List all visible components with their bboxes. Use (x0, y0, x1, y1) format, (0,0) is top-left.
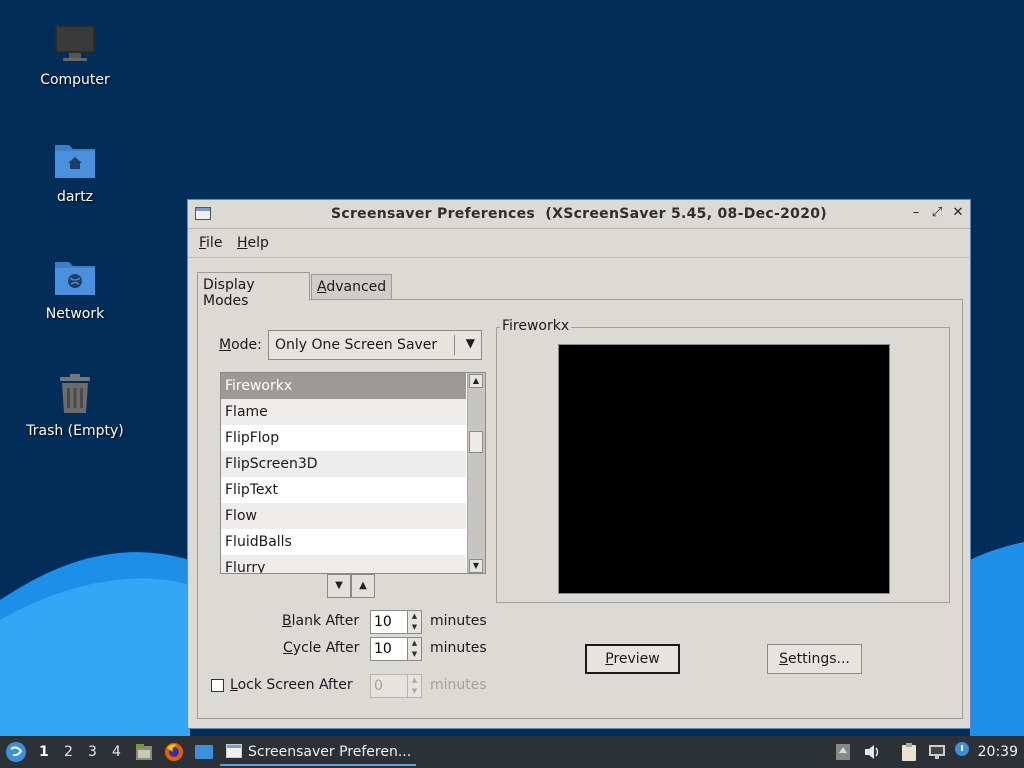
desktop-icon-label: Network (45, 306, 105, 322)
cycle-after-unit: minutes (430, 640, 487, 656)
screensaver-list-item[interactable]: FlipScreen3D (221, 451, 466, 477)
screensaver-list-item[interactable]: Fireworkx (221, 373, 466, 399)
firefox-icon[interactable] (164, 742, 184, 762)
home-folder-icon (55, 145, 95, 178)
taskbar: 1 2 3 4 Screensaver Preferen... 20:39 (0, 736, 1024, 768)
desktop-icon-computer[interactable]: Computer (15, 22, 135, 88)
preview-frame-title: Fireworkx (500, 318, 572, 334)
lock-screen-label: Lock Screen After (230, 677, 353, 693)
taskbar-task-screensaver[interactable]: Screensaver Preferen... (220, 738, 416, 766)
scrollbar-thumb[interactable] (469, 431, 483, 453)
blank-after-value: 10 (374, 614, 392, 630)
screensaver-list-item[interactable]: FlipText (221, 477, 466, 503)
workspace-4[interactable]: 4 (112, 744, 121, 760)
screensaver-list-item[interactable]: Flurry (221, 555, 466, 573)
desktop-icon-label: Trash (Empty) (26, 423, 124, 439)
dropdown-separator (454, 335, 455, 355)
screensaver-list-item[interactable]: FlipFlop (221, 425, 466, 451)
screensaver-list-item[interactable]: FluidBalls (221, 529, 466, 555)
mode-dropdown[interactable]: Only One Screen Saver ▼ (268, 330, 482, 360)
cycle-after-spinner[interactable]: 10 ▲ ▼ (370, 637, 422, 661)
desktop: Computer dartz Network Trash (Empty) Scr… (0, 0, 1024, 768)
trash-icon (60, 374, 90, 413)
window-title: Screensaver Preferences (XScreenSaver 5.… (331, 206, 827, 222)
preview-area (558, 344, 890, 594)
cycle-after-value: 10 (374, 641, 392, 657)
task-label: Screensaver Preferen... (248, 744, 412, 760)
menu-file[interactable]: File (199, 235, 222, 251)
show-desktop-icon[interactable] (194, 743, 214, 761)
minimize-button[interactable]: – (908, 205, 924, 221)
clock: 20:39 (977, 744, 1018, 760)
lock-screen-value: 0 (374, 678, 383, 694)
screensaver-list[interactable]: Fireworkx Flame FlipFlop FlipScreen3D FlipTe… (220, 372, 486, 574)
file-manager-icon[interactable] (134, 742, 154, 762)
workspace-2[interactable]: 2 (64, 744, 73, 760)
clipboard-icon[interactable] (900, 742, 918, 762)
tab-display-modes[interactable]: Display Modes (197, 272, 310, 309)
desktop-icon-label: Computer (40, 72, 110, 88)
desktop-icon-dartz[interactable]: dartz (15, 139, 135, 205)
move-up-button[interactable]: ▲ (351, 574, 375, 598)
window-titlebar[interactable]: Screensaver Preferences (XScreenSaver 5.… (188, 200, 970, 229)
start-menu-icon[interactable] (5, 741, 27, 763)
spinner-arrows-icon[interactable]: ▲ ▼ (407, 611, 421, 633)
move-down-button[interactable]: ▼ (327, 574, 351, 598)
blank-after-label: Blank After (282, 613, 360, 629)
network-folder-icon (55, 262, 95, 295)
scroll-up-icon[interactable]: ▲ (469, 374, 483, 388)
lock-screen-unit: minutes (430, 677, 487, 693)
lock-screen-spinner: 0 ▲ ▼ (370, 674, 422, 698)
blank-after-spinner[interactable]: 10 ▲ ▼ (370, 610, 422, 634)
lock-screen-checkbox[interactable] (211, 679, 224, 692)
settings-button[interactable]: Settings... (767, 644, 862, 674)
cycle-after-label: Cycle After (283, 640, 360, 656)
spinner-arrows-icon: ▲ ▼ (407, 675, 421, 697)
spinner-arrows-icon[interactable]: ▲ ▼ (407, 638, 421, 660)
computer-icon (55, 25, 95, 61)
tab-advanced[interactable]: Advanced (311, 274, 392, 300)
screensaver-list-item[interactable]: Flame (221, 399, 466, 425)
scroll-down-icon[interactable]: ▼ (469, 559, 483, 573)
desktop-icon-label: dartz (56, 189, 94, 205)
blank-after-unit: minutes (430, 613, 487, 629)
display-modes-panel: Mode: Only One Screen Saver ▼ Fireworkx F… (197, 299, 963, 719)
window-app-icon (226, 744, 242, 758)
mode-dropdown-value: Only One Screen Saver (275, 337, 438, 353)
preview-button[interactable]: Preview (585, 644, 680, 674)
screensaver-preferences-window: Screensaver Preferences (XScreenSaver 5.… (187, 199, 971, 729)
mode-label: Mode: (219, 337, 262, 353)
maximize-button[interactable]: ⤢ (929, 205, 945, 221)
screensaver-list-item[interactable]: Flow (221, 503, 466, 529)
notification-icon[interactable] (953, 741, 971, 761)
volume-icon[interactable] (863, 743, 881, 761)
tray-update-icon[interactable] (835, 743, 851, 761)
menu-help[interactable]: Help (237, 235, 269, 251)
network-status-icon[interactable] (927, 743, 947, 761)
list-scrollbar[interactable]: ▲ ▼ (467, 373, 485, 573)
menubar: File Help (188, 229, 970, 258)
close-button[interactable]: ✕ (950, 205, 966, 221)
desktop-icon-network[interactable]: Network (15, 256, 135, 322)
desktop-icon-trash[interactable]: Trash (Empty) (15, 373, 135, 439)
chevron-down-icon: ▼ (465, 336, 475, 350)
workspace-1[interactable]: 1 (39, 744, 49, 760)
workspace-3[interactable]: 3 (88, 744, 97, 760)
